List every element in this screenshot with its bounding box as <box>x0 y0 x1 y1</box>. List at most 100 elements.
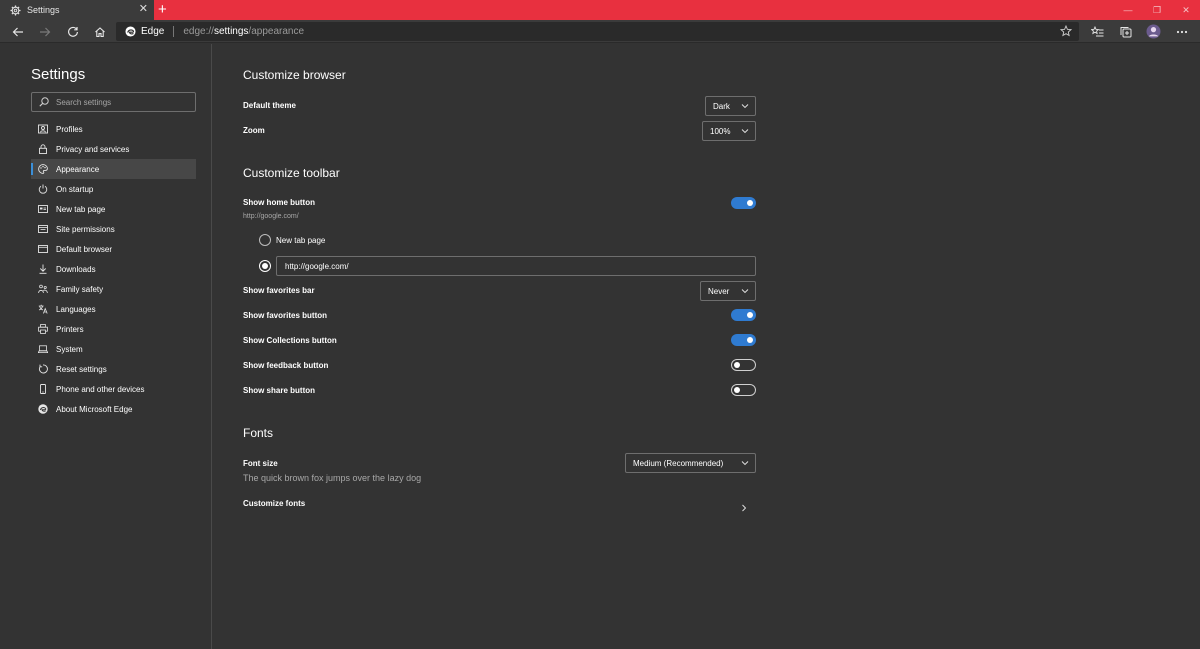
sidebar-item-label: Default browser <box>56 244 113 254</box>
sidebar-item-label: Reset settings <box>56 364 107 374</box>
sidebar-item-label: Phone and other devices <box>56 384 145 394</box>
browser-icon <box>38 244 48 254</box>
sidebar-item-site-permissions[interactable]: Site permissions <box>31 219 196 239</box>
collections-icon[interactable] <box>1117 23 1134 40</box>
tab-close-button[interactable]: ✕ <box>139 4 148 15</box>
sidebar-item-label: Downloads <box>56 264 96 274</box>
show-collections-button-label: Show Collections button <box>243 336 337 345</box>
sidebar-item-printers[interactable]: Printers <box>31 319 196 339</box>
show-collections-button-toggle[interactable] <box>731 334 756 346</box>
sidebar-item-default-browser[interactable]: Default browser <box>31 239 196 259</box>
sidebar-item-about-edge[interactable]: About Microsoft Edge <box>31 399 196 419</box>
address-separator <box>173 26 175 37</box>
zoom-dropdown[interactable]: 100% <box>702 121 756 141</box>
home-button-url-hint: http://google.com/ <box>243 213 299 220</box>
sidebar-item-label: New tab page <box>56 204 106 214</box>
refresh-icon[interactable] <box>64 23 81 40</box>
gear-icon <box>10 4 21 16</box>
sidebar-item-appearance[interactable]: Appearance <box>31 159 196 179</box>
favorite-star-icon[interactable] <box>1059 24 1073 37</box>
show-favorites-button-toggle[interactable] <box>731 309 756 321</box>
customize-fonts-link[interactable]: Customize fonts <box>243 499 305 508</box>
favorites-list-icon[interactable] <box>1089 23 1106 40</box>
sidebar-item-profiles[interactable]: Profiles <box>31 119 196 139</box>
edge-logo-icon <box>125 26 136 37</box>
sidebar-item-label: Family safety <box>56 284 104 294</box>
new-tab-page-radio[interactable] <box>259 234 271 246</box>
new-tab-page-radio-label: New tab page <box>276 236 326 245</box>
show-home-button-label: Show home button <box>243 198 315 207</box>
forward-icon[interactable] <box>36 23 53 40</box>
sidebar-item-system[interactable]: System <box>31 339 196 359</box>
edge-icon <box>38 404 48 414</box>
browser-toolbar: Edge edge://settings/appearance <box>0 20 1200 43</box>
close-window-button[interactable]: ✕ <box>1172 0 1200 20</box>
sidebar-item-label: About Microsoft Edge <box>56 404 133 414</box>
back-icon[interactable] <box>9 23 26 40</box>
custom-url-radio[interactable] <box>259 260 271 272</box>
power-icon <box>38 184 48 194</box>
languages-icon <box>38 304 48 314</box>
zoom-label: Zoom <box>243 126 265 135</box>
show-feedback-button-toggle[interactable] <box>731 359 756 371</box>
home-icon[interactable] <box>91 23 108 40</box>
search-icon <box>39 97 49 107</box>
home-url-field[interactable]: http://google.com/ <box>276 256 756 276</box>
show-favorites-button-label: Show favorites button <box>243 311 327 320</box>
sidebar-item-family-safety[interactable]: Family safety <box>31 279 196 299</box>
default-theme-label: Default theme <box>243 101 296 110</box>
laptop-icon <box>37 344 49 354</box>
default-theme-dropdown[interactable]: Dark <box>705 96 756 116</box>
chevron-down-icon <box>741 102 749 110</box>
sidebar-item-label: Profiles <box>56 124 83 134</box>
chevron-down-icon <box>741 287 749 295</box>
show-home-button-toggle[interactable] <box>731 197 756 209</box>
sidebar-item-label: System <box>56 344 83 354</box>
font-preview-text: The quick brown fox jumps over the lazy … <box>243 473 422 483</box>
sidebar-item-label: On startup <box>56 184 94 194</box>
search-settings-input[interactable]: Search settings <box>31 92 196 112</box>
sidebar-item-phone-devices[interactable]: Phone and other devices <box>31 379 196 399</box>
title-bar: Settings ✕ + — ❐ ✕ <box>0 0 1200 20</box>
chevron-right-icon[interactable] <box>740 499 748 512</box>
sidebar-item-label: Privacy and services <box>56 144 130 154</box>
chevron-down-icon <box>741 127 749 135</box>
lock-icon <box>38 144 48 154</box>
show-share-button-toggle[interactable] <box>731 384 756 396</box>
font-size-value: Medium (Recommended) <box>633 458 724 468</box>
new-tab-button[interactable]: + <box>158 1 167 18</box>
sidebar-item-new-tab-page[interactable]: New tab page <box>31 199 196 219</box>
show-share-button-label: Show share button <box>243 386 315 395</box>
settings-sidebar: Settings Search settings Profiles Privac… <box>0 44 212 649</box>
sidebar-item-languages[interactable]: Languages <box>31 299 196 319</box>
fonts-title: Fonts <box>243 426 274 440</box>
address-bar[interactable]: Edge edge://settings/appearance <box>116 22 1079 41</box>
font-size-label: Font size <box>243 459 278 468</box>
show-favorites-bar-label: Show favorites bar <box>243 286 315 295</box>
phone-icon <box>38 384 48 394</box>
more-options-icon[interactable] <box>1173 23 1190 40</box>
profile-avatar[interactable] <box>1145 23 1162 40</box>
sidebar-item-reset-settings[interactable]: Reset settings <box>31 359 196 379</box>
search-placeholder: Search settings <box>56 97 112 107</box>
font-size-dropdown[interactable]: Medium (Recommended) <box>625 453 756 473</box>
sidebar-title: Settings <box>31 66 86 83</box>
sidebar-item-downloads[interactable]: Downloads <box>31 259 196 279</box>
tab-settings[interactable]: Settings ✕ <box>0 0 154 20</box>
reset-icon <box>38 364 48 374</box>
favorites-bar-value: Never <box>708 286 730 296</box>
settings-nav: Profiles Privacy and services Appearance… <box>31 119 196 419</box>
sidebar-item-on-startup[interactable]: On startup <box>31 179 196 199</box>
restore-button[interactable]: ❐ <box>1143 0 1171 20</box>
customize-browser-title: Customize browser <box>243 68 346 82</box>
printer-icon <box>38 324 48 334</box>
favorites-bar-dropdown[interactable]: Never <box>700 281 756 301</box>
url-host: settings <box>213 26 249 37</box>
sidebar-item-label: Site permissions <box>56 224 115 234</box>
url-path: /appearance <box>248 26 305 37</box>
tab-title: Settings <box>27 5 60 15</box>
profile-icon <box>38 124 48 134</box>
minimize-button[interactable]: — <box>1114 0 1142 20</box>
sidebar-item-privacy[interactable]: Privacy and services <box>31 139 196 159</box>
url-scheme: edge:// <box>183 26 214 37</box>
